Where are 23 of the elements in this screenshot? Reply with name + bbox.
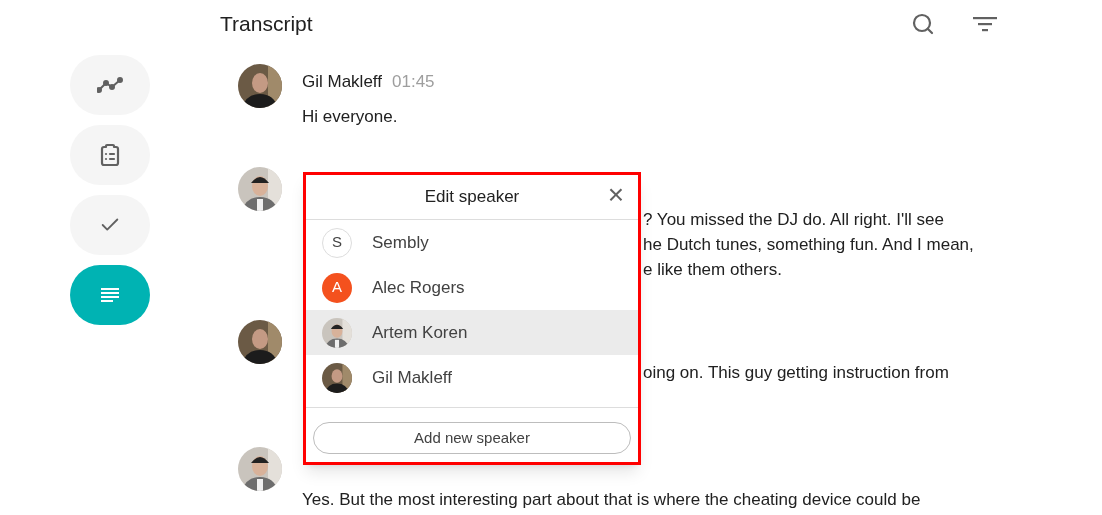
search-icon[interactable]: [911, 12, 935, 36]
filter-icon[interactable]: [973, 15, 997, 33]
speaker-option[interactable]: A Alec Rogers: [306, 265, 638, 310]
speaker-option[interactable]: Gil Makleff: [306, 355, 638, 400]
close-button[interactable]: ×: [607, 181, 624, 209]
speaker-avatar: S: [322, 227, 352, 258]
speaker-avatar: A: [322, 272, 352, 303]
trend-line-icon: [97, 77, 123, 93]
speaker-option[interactable]: Artem Koren: [306, 310, 638, 355]
transcript-text: Hi everyone.: [302, 106, 399, 128]
transcript-text: e like them others.: [643, 259, 783, 281]
timestamp: 01:45: [392, 71, 435, 93]
dialog-title: Edit speaker: [424, 186, 520, 209]
sidebar-item[interactable]: [70, 265, 150, 325]
transcript-text: oing on. This guy getting instruction from: [643, 362, 949, 384]
clipboard-icon: [98, 143, 122, 167]
speaker-name: Gil Makleff: [302, 71, 382, 93]
transcript-text: Yes. But the most interesting part about that is where the cheating device could be: [302, 489, 921, 511]
transcript-text: he Dutch tunes, something fun. And I mean,: [643, 234, 974, 256]
speaker-option[interactable]: S Sembly: [306, 220, 638, 265]
transcript-text: ? You missed the DJ do. All right. I'll see: [643, 209, 945, 231]
notes-icon: [101, 287, 119, 303]
page-title: Transcript: [220, 11, 314, 38]
